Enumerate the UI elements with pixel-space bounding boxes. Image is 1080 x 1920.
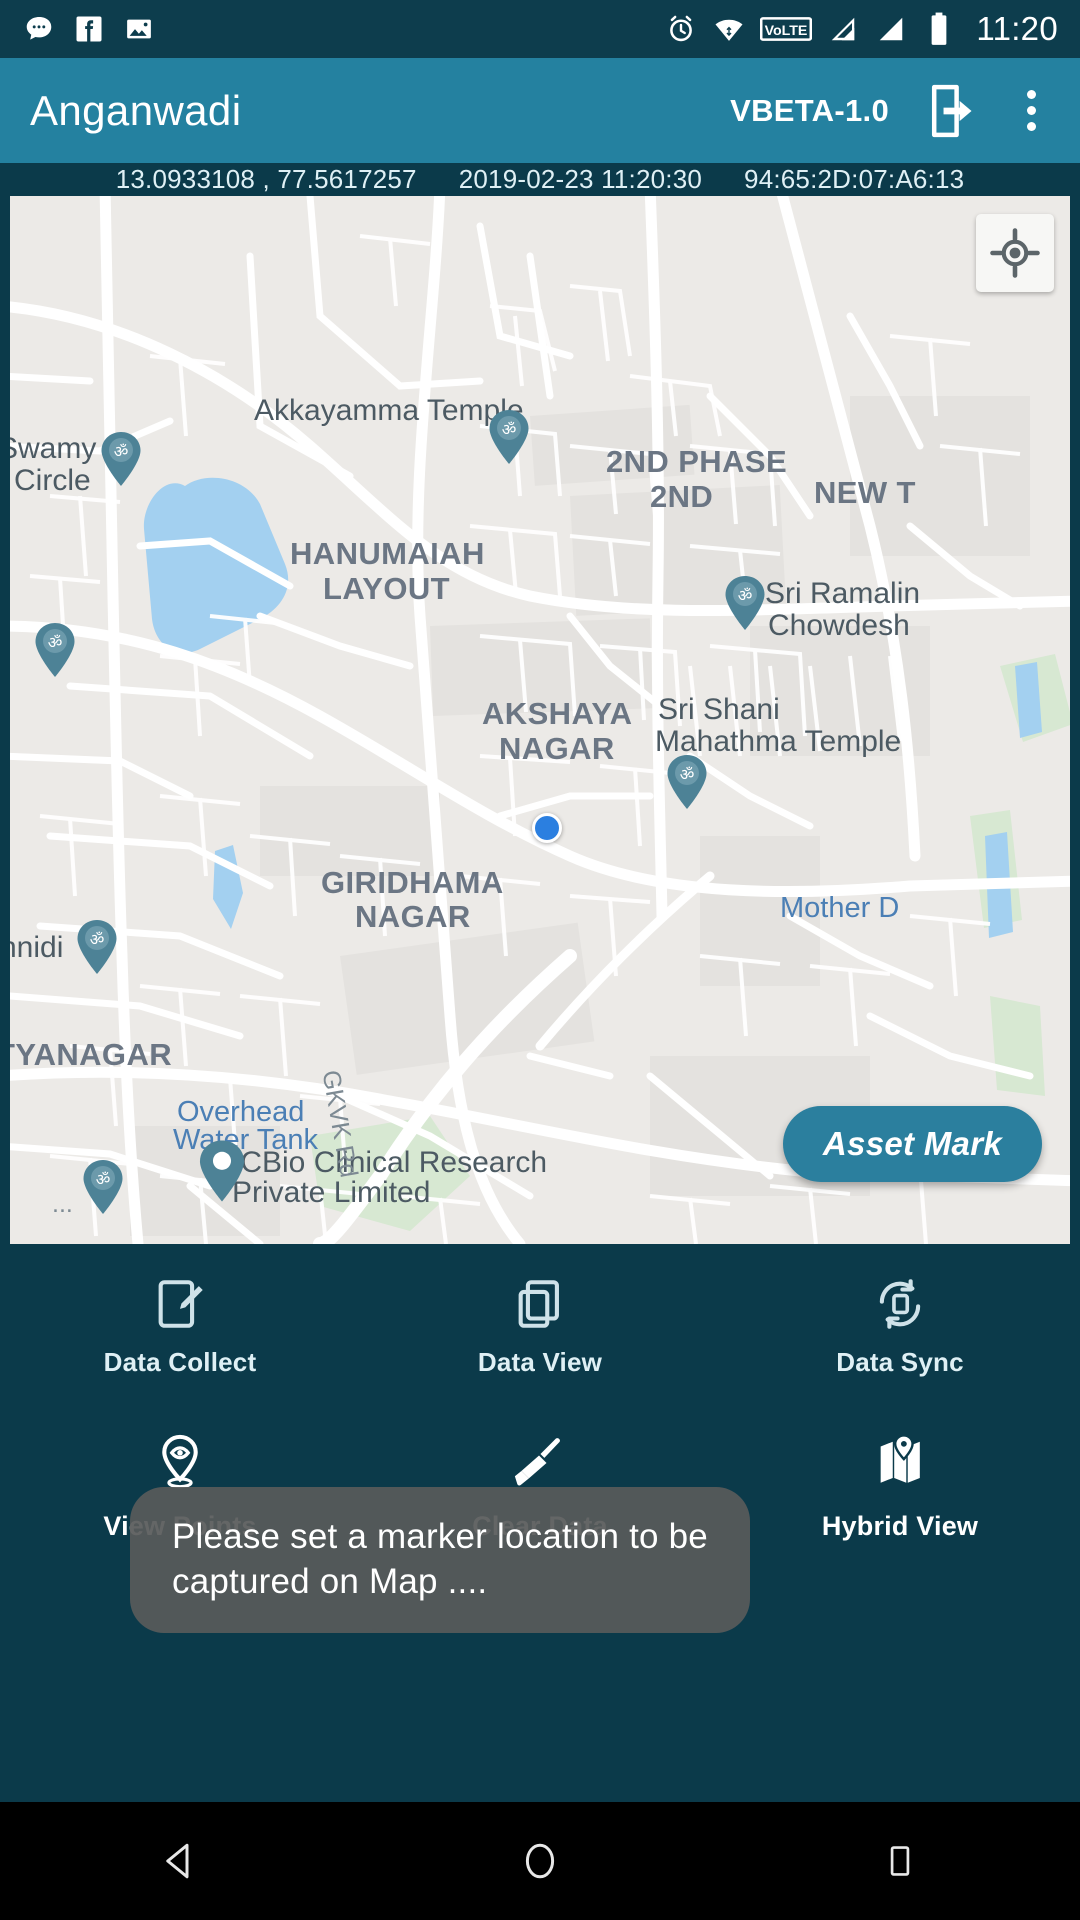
status-bar-system-icons: VoLTE 11:20 (664, 10, 1058, 48)
kebab-menu-icon[interactable] (1013, 90, 1050, 131)
facebook-icon (72, 12, 106, 46)
logout-icon[interactable] (923, 83, 979, 139)
hybrid-view-label: Hybrid View (821, 1510, 979, 1541)
my-location-icon[interactable] (976, 214, 1054, 292)
gps-coordinates: 13.0933108 , 77.5617257 (115, 164, 417, 194)
svg-text:ॐ: ॐ (114, 442, 129, 461)
capture-timestamp: 2019-02-23 11:20:30 (458, 164, 703, 194)
app-bar-actions: VBETA-1.0 (730, 83, 1050, 139)
svg-text:ॐ: ॐ (502, 420, 517, 439)
android-nav-bar (0, 1802, 1080, 1920)
temple-marker-icon[interactable]: ॐ (486, 408, 532, 466)
info-bar: 13.0933108 , 77.5617257 2019-02-23 11:20… (0, 163, 1080, 196)
status-bar-clock: 11:20 (976, 10, 1058, 47)
svg-text:ॐ: ॐ (680, 765, 695, 784)
app-title: Anganwadi (30, 86, 242, 134)
device-mac-id: 94:65:2D:07:A6:13 (744, 164, 965, 194)
volte-icon: VoLTE (760, 12, 813, 46)
asset-mark-button[interactable]: Asset Mark (782, 1106, 1042, 1182)
status-bar: VoLTE 11:20 (0, 0, 1080, 58)
hybrid-view-button[interactable]: Hybrid View (720, 1431, 1080, 1542)
data-view-label: Data View (477, 1346, 603, 1377)
toast-message: Please set a marker location to be captu… (130, 1487, 750, 1633)
data-sync-label: Data Sync (836, 1346, 964, 1377)
recents-square-icon[interactable] (720, 1840, 1080, 1882)
svg-text:ॐ: ॐ (90, 930, 105, 949)
app-bar: Anganwadi VBETA-1.0 (0, 58, 1080, 163)
signal-1-icon (826, 12, 860, 46)
data-collect-label: Data Collect (103, 1346, 257, 1377)
temple-marker-icon[interactable]: ॐ (664, 753, 710, 811)
chat-bubble-icon (22, 12, 56, 46)
data-view-button[interactable]: Data View (360, 1273, 720, 1378)
temple-marker-icon[interactable]: ॐ (32, 621, 78, 679)
temple-marker-icon[interactable]: ॐ (80, 1158, 126, 1216)
hybrid-map-icon (869, 1431, 931, 1493)
sync-data-icon (869, 1273, 931, 1335)
blue-dot-marker (532, 813, 562, 843)
home-circle-icon[interactable] (360, 1840, 720, 1882)
battery-icon (922, 12, 956, 46)
svg-text:ॐ: ॐ (48, 633, 63, 652)
view-points-pin-icon (149, 1431, 211, 1493)
edit-document-icon (149, 1273, 211, 1335)
phone-screen: VoLTE 11:20 Anganwadi VBETA-1.0 13.09331… (0, 0, 1080, 1920)
signal-2-icon (874, 12, 908, 46)
temple-marker-icon[interactable]: ॐ (98, 430, 144, 488)
map-view[interactable]: 2ND PHASE 2ND HANUMAIAH LAYOUT NEW T AKS… (10, 196, 1070, 1244)
paint-brush-icon (509, 1431, 571, 1493)
svg-text:ॐ: ॐ (96, 1170, 111, 1189)
data-action-row: Data Collect Data View Data Sync (0, 1244, 1080, 1406)
documents-stack-icon (509, 1273, 571, 1335)
back-triangle-icon[interactable] (0, 1840, 360, 1882)
data-collect-button[interactable]: Data Collect (0, 1273, 360, 1378)
data-sync-button[interactable]: Data Sync (720, 1273, 1080, 1378)
photos-icon (122, 12, 156, 46)
version-label: VBETA-1.0 (730, 92, 889, 128)
map-canvas (10, 196, 1070, 1244)
svg-text:VoLTE: VoLTE (765, 23, 808, 39)
temple-marker-icon[interactable]: ॐ (74, 918, 120, 976)
wifi-icon (712, 12, 746, 46)
place-marker-icon[interactable] (196, 1138, 248, 1204)
svg-text:ॐ: ॐ (738, 586, 753, 605)
alarm-icon (664, 12, 698, 46)
status-bar-notifications (22, 12, 156, 46)
temple-marker-icon[interactable]: ॐ (722, 574, 768, 632)
